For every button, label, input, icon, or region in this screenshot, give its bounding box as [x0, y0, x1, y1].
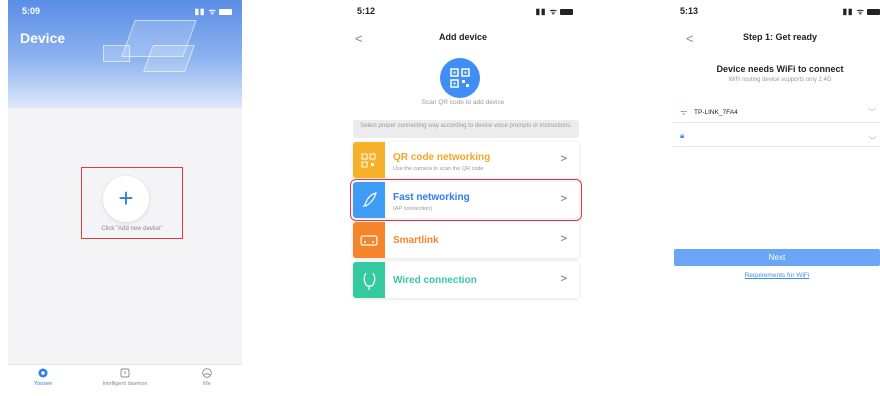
next-button[interactable]: Next	[674, 249, 880, 266]
option-subtitle: Use the camera to scan the QR code	[393, 166, 484, 172]
option-subtitle: (AP connection)	[393, 206, 433, 212]
page-title: Step 1: Get ready	[742, 32, 818, 42]
wifi-subheading: WiFi routing device supports only 2.4G	[728, 77, 832, 83]
option-qr-code-networking[interactable]: QR code networking Use the camera to sca…	[353, 142, 579, 178]
wifi-requirements-link[interactable]: Requirements for WiFi	[674, 272, 880, 279]
page-title: Device	[20, 30, 66, 46]
option-title: Wired connection	[393, 275, 477, 286]
status-bar: 5:13 ▮▮ ᯤ	[666, 6, 880, 18]
tab-bar: Yoosee Intelligent daemon Me	[8, 364, 242, 396]
home-icon	[38, 368, 48, 378]
battery-icon	[560, 8, 573, 15]
tab-label: Yoosee	[33, 381, 53, 387]
chevron-right-icon: >	[560, 233, 567, 245]
page-title: Add device	[438, 32, 487, 42]
tab-intelligent-daemon[interactable]: Intelligent daemon	[90, 368, 160, 387]
status-time: 5:12	[357, 6, 376, 16]
tab-label: Intelligent daemon	[102, 381, 148, 387]
status-time: 5:13	[680, 6, 699, 16]
status-time: 5:09	[22, 6, 41, 16]
status-bar: 5:09 ▮▮ ᯤ	[8, 6, 242, 18]
battery-icon	[219, 8, 232, 15]
add-device-card[interactable]: + Click "Add new device"	[81, 167, 183, 239]
status-icons: ▮▮ ᯤ	[843, 6, 880, 17]
battery-icon	[867, 8, 880, 15]
status-icons: ▮▮ ᯤ	[195, 6, 232, 17]
wifi-name-field[interactable]: ᯤ TP-LINK_7FA4 ﹀	[672, 102, 880, 123]
chevron-right-icon: >	[560, 153, 567, 165]
get-ready-screen: 5:13 ▮▮ ᯤ < Step 1: Get ready Device nee…	[666, 0, 880, 396]
shield-icon	[120, 368, 130, 378]
table-illustration	[103, 45, 130, 62]
option-fast-networking[interactable]: Fast networking (AP connection) >	[350, 179, 582, 221]
tab-label: Me	[203, 381, 211, 387]
option-title: Fast networking	[393, 192, 470, 203]
plus-icon: +	[118, 183, 134, 213]
chevron-right-icon: >	[560, 273, 567, 285]
status-icons: ▮▮ ᯤ	[536, 6, 573, 17]
scan-qr-button[interactable]	[440, 58, 480, 98]
add-device-button[interactable]: +	[103, 176, 149, 222]
sofa-illustration	[143, 45, 195, 72]
lock-icon: 🔒︎	[680, 131, 685, 140]
status-bar: 5:12 ▮▮ ᯤ	[343, 6, 583, 18]
tab-me[interactable]: Me	[172, 368, 242, 387]
plug-icon	[353, 262, 385, 298]
option-title: Smartlink	[393, 235, 439, 246]
connection-hint: Select proper connecting way according t…	[353, 120, 579, 138]
add-device-label: Click "Add new device"	[101, 226, 163, 232]
scan-qr-label: Scan QR code to add device	[421, 99, 505, 106]
eye-icon[interactable]: ◡	[869, 131, 876, 140]
qr-code-icon	[450, 68, 470, 88]
qr-icon	[353, 142, 385, 178]
add-device-screen: 5:12 ▮▮ ᯤ < Add device Scan QR code to a…	[343, 0, 583, 396]
option-smartlink[interactable]: Smartlink >	[353, 222, 579, 258]
chevron-right-icon: >	[560, 193, 567, 205]
option-title: QR code networking	[393, 152, 491, 163]
wifi-name-value: TP-LINK_7FA4	[694, 109, 738, 116]
device-screen: 5:09 ▮▮ ᯤ Device + Click "Add new device…	[8, 0, 242, 396]
tab-yoosee[interactable]: Yoosee	[8, 368, 78, 387]
wifi-password-field[interactable]: 🔒︎ ◡	[672, 126, 880, 147]
rocket-icon	[353, 182, 385, 218]
wifi-heading: Device needs WiFi to connect	[716, 64, 844, 74]
option-wired-connection[interactable]: Wired connection >	[353, 262, 579, 298]
router-icon	[353, 222, 385, 258]
wifi-icon: ᯤ	[680, 108, 688, 117]
profile-icon	[202, 368, 212, 378]
chevron-down-icon[interactable]: ﹀	[868, 107, 876, 118]
